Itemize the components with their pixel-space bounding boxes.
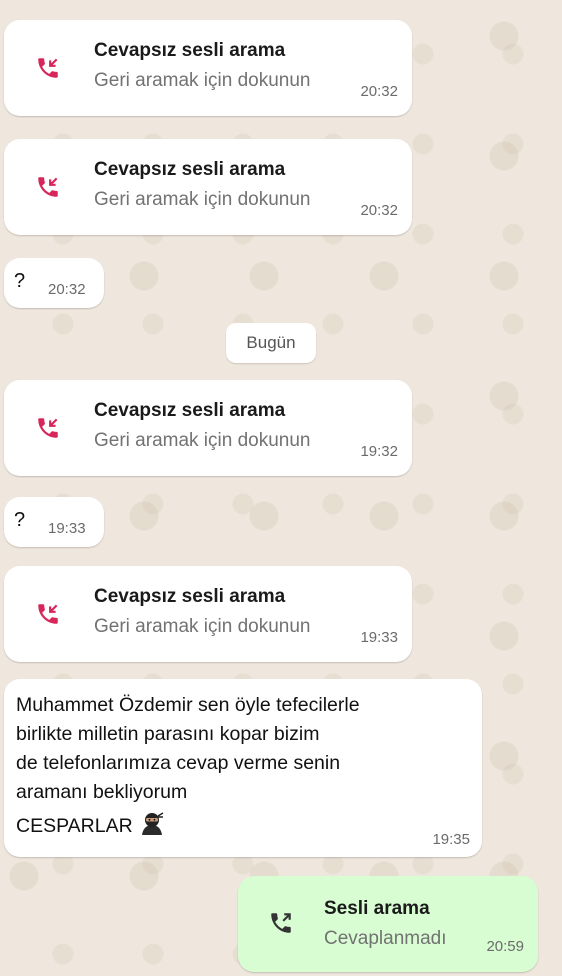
message-time: 20:32 xyxy=(360,202,398,219)
text-message-bubble[interactable]: ? 20:32 xyxy=(4,258,104,308)
missed-call-icon xyxy=(20,586,76,642)
missed-call-icon xyxy=(20,159,76,215)
message-time: 19:32 xyxy=(360,443,398,460)
text-message-bubble[interactable]: Muhammet Özdemir sen öyle tefecilerle bi… xyxy=(4,679,482,857)
missed-call-icon xyxy=(20,400,76,456)
missed-call-bubble[interactable]: Cevapsız sesli arama Geri aramak için do… xyxy=(4,139,412,235)
date-separator: Bugün xyxy=(226,323,316,363)
missed-call-bubble[interactable]: Cevapsız sesli arama Geri aramak için do… xyxy=(4,20,412,116)
message-signature-line: CESPARLAR xyxy=(16,810,165,842)
missed-call-bubble[interactable]: Cevapsız sesli arama Geri aramak için do… xyxy=(4,566,412,662)
outgoing-call-icon xyxy=(268,910,294,941)
message-time: 19:35 xyxy=(432,831,470,848)
message-text: Muhammet Özdemir sen öyle tefecilerle bi… xyxy=(16,694,360,803)
outgoing-call-bubble[interactable]: Sesli arama Cevaplanmadı 20:59 xyxy=(238,876,538,972)
missed-call-bubble[interactable]: Cevapsız sesli arama Geri aramak için do… xyxy=(4,380,412,476)
message-time: 20:59 xyxy=(486,938,524,955)
message-signature: CESPARLAR xyxy=(16,814,133,837)
call-subtitle: Geri aramak için dokunun xyxy=(94,70,311,91)
call-title: Sesli arama xyxy=(324,898,430,919)
message-text: ? xyxy=(14,270,26,292)
ninja-emoji-icon xyxy=(139,810,165,842)
call-title: Cevapsız sesli arama xyxy=(94,159,286,180)
call-subtitle: Geri aramak için dokunun xyxy=(94,616,311,637)
call-subtitle: Geri aramak için dokunun xyxy=(94,189,311,210)
call-subtitle: Cevaplanmadı xyxy=(324,928,447,949)
call-title: Cevapsız sesli arama xyxy=(94,586,286,607)
message-time: 20:32 xyxy=(48,281,86,298)
message-text: ? xyxy=(14,509,26,531)
message-time: 20:32 xyxy=(360,83,398,100)
message-time: 19:33 xyxy=(360,629,398,646)
text-message-bubble[interactable]: ? 19:33 xyxy=(4,497,104,547)
call-title: Cevapsız sesli arama xyxy=(94,40,286,61)
message-time: 19:33 xyxy=(48,520,86,537)
call-title: Cevapsız sesli arama xyxy=(94,400,286,421)
call-subtitle: Geri aramak için dokunun xyxy=(94,430,311,451)
missed-call-icon xyxy=(20,40,76,96)
